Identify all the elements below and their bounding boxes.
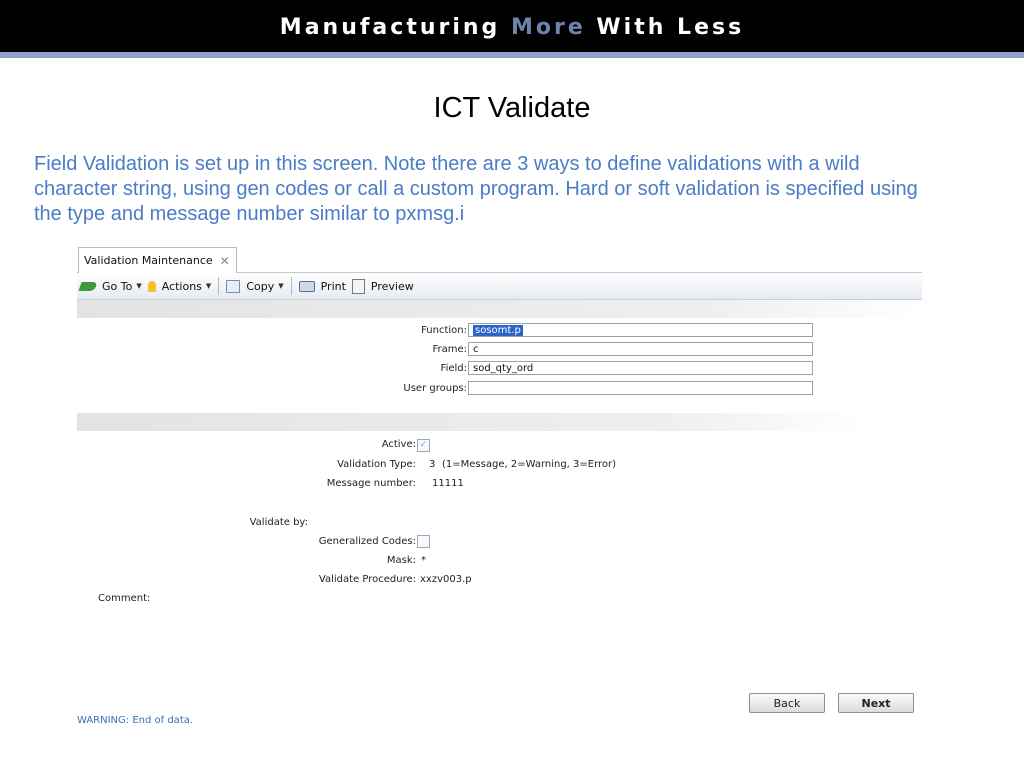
mask-label: Mask: xyxy=(386,555,416,566)
gencodes-checkbox[interactable] xyxy=(417,535,430,548)
toolbar-separator xyxy=(290,277,292,295)
printer-icon xyxy=(298,280,315,292)
banner-title-part1: Manufacturing xyxy=(279,15,511,40)
tab-label: Validation Maintenance xyxy=(84,254,213,267)
copy-label: Copy xyxy=(246,279,275,293)
comment-label: Comment: xyxy=(98,593,151,604)
message-number-label: Message number: xyxy=(326,478,416,489)
function-label: Function: xyxy=(421,325,467,336)
preview-button[interactable]: Preview xyxy=(349,275,417,297)
lightbulb-icon xyxy=(147,280,156,292)
section-band-top xyxy=(77,300,922,318)
validate-procedure-label: Validate Procedure: xyxy=(318,574,416,585)
banner-title-accent: More xyxy=(510,15,586,40)
toolbar-separator xyxy=(218,277,220,295)
slide-title: ICT Validate xyxy=(433,92,591,124)
goto-menu[interactable]: Go To ▼ xyxy=(77,275,145,297)
message-number-value[interactable]: 11111 xyxy=(432,478,464,489)
next-button[interactable]: Next xyxy=(838,693,914,713)
field-input[interactable]: sod_qty_ord xyxy=(468,361,813,375)
frame-input[interactable]: c xyxy=(468,342,813,356)
caret-down-icon: ▼ xyxy=(278,282,284,290)
validate-procedure-value[interactable]: xxzv003.p xyxy=(420,574,472,585)
preview-label: Preview xyxy=(370,279,414,293)
tab-bar: Validation Maintenance ✕ xyxy=(77,244,922,273)
caret-down-icon: ▼ xyxy=(205,282,212,290)
function-value: sosomt.p xyxy=(473,325,523,336)
go-arrow-icon xyxy=(78,281,98,291)
actions-menu[interactable]: Actions ▼ xyxy=(145,275,215,297)
function-input[interactable]: sosomt.p xyxy=(468,323,813,337)
validation-type-value[interactable]: 3 xyxy=(429,459,435,470)
active-label: Active: xyxy=(381,439,416,450)
gencodes-label: Generalized Codes: xyxy=(318,536,416,547)
validation-type-label: Validation Type: xyxy=(337,459,416,470)
banner-title-part2: With Less xyxy=(585,15,745,40)
copy-icon xyxy=(226,279,241,293)
validation-type-hint: (1=Message, 2=Warning, 3=Error) xyxy=(442,459,617,470)
print-button[interactable]: Print xyxy=(296,275,349,297)
status-message: WARNING: End of data. xyxy=(77,715,194,726)
frame-label: Frame: xyxy=(432,344,467,355)
tab-validation-maintenance[interactable]: Validation Maintenance ✕ xyxy=(78,247,237,273)
actions-label: Actions xyxy=(161,279,202,293)
active-checkbox[interactable]: ✓ xyxy=(417,439,430,452)
mask-value[interactable]: * xyxy=(421,555,426,566)
section-band-middle xyxy=(77,413,867,431)
user-groups-input[interactable] xyxy=(468,381,813,395)
preview-icon xyxy=(351,278,365,294)
toolbar: Go To ▼ Actions ▼ Copy ▼ Print Preview xyxy=(77,273,922,300)
print-label: Print xyxy=(320,279,346,293)
banner-stripe xyxy=(0,52,1024,58)
copy-menu[interactable]: Copy ▼ xyxy=(223,275,286,297)
goto-label: Go To xyxy=(102,279,133,293)
checkmark-icon: ✓ xyxy=(419,440,428,450)
banner-title: Manufacturing More With Less xyxy=(0,0,1024,52)
validation-maintenance-window: Validation Maintenance ✕ Go To ▼ Actions ▼… xyxy=(77,244,922,730)
field-label: Field: xyxy=(440,363,467,374)
caret-down-icon: ▼ xyxy=(136,282,142,290)
back-button[interactable]: Back xyxy=(749,693,825,713)
close-icon[interactable]: ✕ xyxy=(220,254,230,268)
slide-description: Field Validation is set up in this scree… xyxy=(34,153,918,225)
validate-by-label: Validate by: xyxy=(249,517,308,528)
user-groups-label: User groups: xyxy=(403,383,467,394)
